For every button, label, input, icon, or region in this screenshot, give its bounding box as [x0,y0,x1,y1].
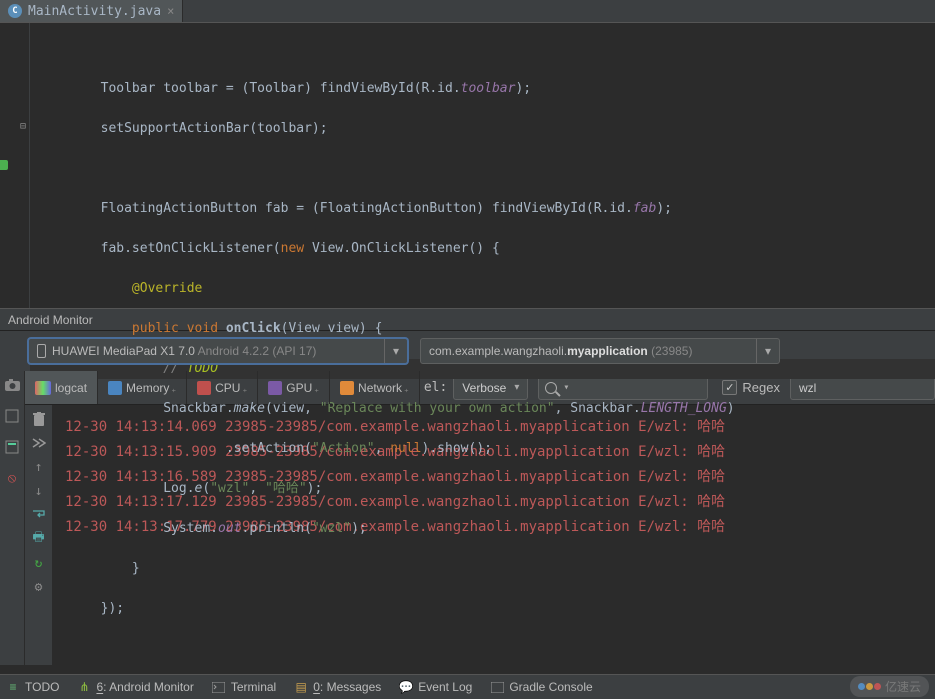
pin-icon [406,381,409,395]
gpu-icon [268,381,282,395]
logo-icon [858,683,881,690]
messages-icon: ▤ [294,680,308,694]
camera-icon[interactable] [4,377,20,393]
fold-icon[interactable]: ⊟ [20,121,28,129]
device-api: Android 4.2.2 (API 17) [198,344,317,358]
todo-icon: ≡ [6,680,20,694]
pin-icon [316,381,319,395]
editor-tab-mainactivity[interactable]: C MainActivity.java × [0,0,183,22]
event-log-icon: 💬 [399,680,413,694]
logcat-icon [35,381,51,395]
editor-tab-filename: MainActivity.java [28,4,161,19]
sb-android-monitor-button[interactable]: ⋔ 6: Android Monitor [77,680,193,694]
sb-todo-button[interactable]: ≡ TODO [6,680,59,694]
search-icon [545,382,557,394]
close-icon[interactable]: × [167,4,174,18]
device-selector[interactable]: HUAWEI MediaPad X1 7.0 Android 4.2.2 (AP… [28,338,408,364]
network-icon [340,381,354,395]
chevron-down-icon: ▾ [756,339,771,363]
sb-terminal-button[interactable]: Terminal [212,680,276,694]
tab-cpu[interactable]: CPU [187,371,258,404]
process-selector[interactable]: com.example.wangzhaoli.myapplication (23… [420,338,780,364]
editor-tab-bar: C MainActivity.java × [0,0,935,23]
terminal-icon [212,680,226,694]
pin-icon [244,381,247,395]
device-name: HUAWEI MediaPad X1 7.0 [52,344,198,358]
tab-gpu[interactable]: GPU [258,371,330,404]
android-icon: ⋔ [77,680,91,694]
outer-tool-strip: ⦸ [0,371,25,665]
phone-icon [37,344,46,358]
record-icon[interactable] [4,408,20,424]
code-editor[interactable]: ⊟ Toolbar toolbar = (Toolbar) findViewBy… [0,23,935,308]
tab-memory[interactable]: Memory [98,371,187,404]
watermark: 亿速云 [850,676,929,697]
stop-icon[interactable]: ⦸ [4,470,20,486]
memory-icon [108,381,122,395]
code-content: Toolbar toolbar = (Toolbar) findViewById… [30,23,935,308]
sb-event-log-button[interactable]: 💬 Event Log [399,680,472,694]
cpu-icon [197,381,211,395]
gradle-icon [490,680,504,694]
chevron-down-icon: ▾ [384,339,399,363]
editor-gutter: ⊟ [0,23,30,308]
tab-network[interactable]: Network [330,371,420,404]
tab-logcat[interactable]: logcat [25,371,98,404]
sb-gradle-console-button[interactable]: Gradle Console [490,680,592,694]
breakpoint-icon[interactable] [0,160,8,170]
java-class-icon: C [8,4,22,18]
monitor-tabs: logcat Memory CPU GPU [25,371,420,404]
system-info-icon[interactable] [4,439,20,455]
sb-messages-button[interactable]: ▤ 0: Messages [294,680,381,694]
pin-icon [173,381,176,395]
status-bar: ≡ TODO ⋔ 6: Android Monitor Terminal ▤ 0… [0,674,935,699]
